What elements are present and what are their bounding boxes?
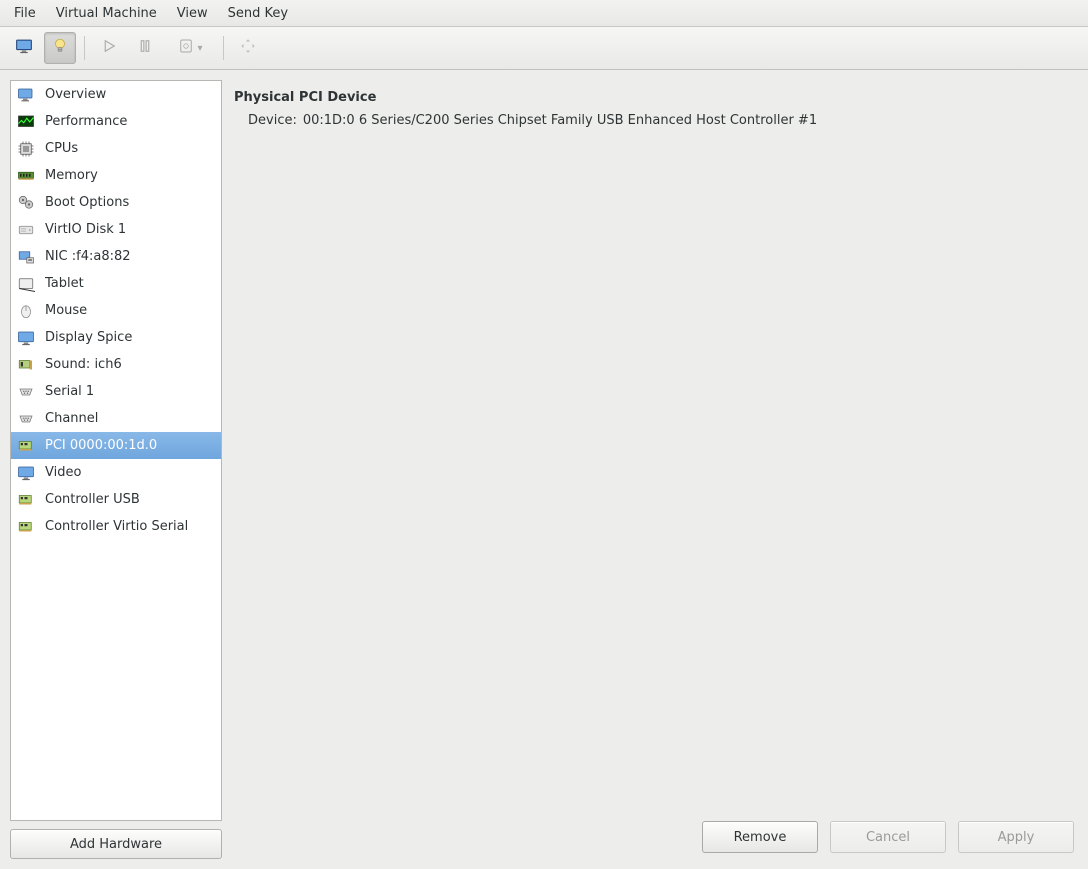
display-icon (15, 328, 37, 348)
separator (223, 36, 224, 60)
field-device: Device: 00:1D:0 6 Series/C200 Series Chi… (248, 113, 1074, 128)
sidebar-item-overview[interactable]: Overview (11, 81, 221, 108)
monitor-icon (15, 37, 33, 59)
separator (84, 36, 85, 60)
sidebar-item-label: Controller Virtio Serial (45, 519, 215, 534)
fullscreen-button[interactable] (232, 32, 264, 64)
memory-icon (15, 166, 37, 186)
sidebar-item-label: Controller USB (45, 492, 215, 507)
boot-icon (15, 193, 37, 213)
pause-button[interactable] (129, 32, 161, 64)
sidebar-item-label: Tablet (45, 276, 215, 291)
cancel-button: Cancel (830, 821, 946, 853)
sidebar-item-label: Serial 1 (45, 384, 215, 399)
sidebar-item-memory[interactable]: Memory (11, 162, 221, 189)
remove-button[interactable]: Remove (702, 821, 818, 853)
sidebar-item-label: Boot Options (45, 195, 215, 210)
sidebar-item-controller-virtio-serial[interactable]: Controller Virtio Serial (11, 513, 221, 540)
fullscreen-icon (239, 37, 257, 59)
sidebar-item-mouse[interactable]: Mouse (11, 297, 221, 324)
serial-icon (15, 409, 37, 429)
run-button[interactable] (93, 32, 125, 64)
details-content: Physical PCI Device Device: 00:1D:0 6 Se… (232, 80, 1078, 815)
vm-details-window: File Virtual Machine View Send Key (0, 0, 1088, 869)
menu-virtual-machine[interactable]: Virtual Machine (48, 3, 165, 24)
details-pane: Physical PCI Device Device: 00:1D:0 6 Se… (232, 80, 1078, 859)
sidebar-item-pci-device[interactable]: PCI 0000:00:1d.0 (11, 432, 221, 459)
nic-icon (15, 247, 37, 267)
serial-icon (15, 382, 37, 402)
sidebar-item-controller-usb[interactable]: Controller USB (11, 486, 221, 513)
pause-icon (136, 37, 154, 59)
sidebar-item-nic[interactable]: NIC :f4:a8:82 (11, 243, 221, 270)
console-view-button[interactable] (8, 32, 40, 64)
menubar: File Virtual Machine View Send Key (0, 0, 1088, 27)
sidebar-item-label: Overview (45, 87, 215, 102)
sidebar-item-label: VirtIO Disk 1 (45, 222, 215, 237)
menu-file[interactable]: File (6, 3, 44, 24)
tablet-icon (15, 274, 37, 294)
sidebar-item-label: Channel (45, 411, 215, 426)
menu-view[interactable]: View (169, 3, 216, 24)
computer-icon (15, 85, 37, 105)
sidebar-item-channel[interactable]: Channel (11, 405, 221, 432)
pcicard-icon (15, 436, 37, 456)
sidebar-item-label: PCI 0000:00:1d.0 (45, 438, 215, 453)
field-value: 00:1D:0 6 Series/C200 Series Chipset Fam… (303, 113, 817, 128)
button-label: Cancel (866, 830, 910, 845)
sidebar-item-label: Mouse (45, 303, 215, 318)
button-label: Remove (734, 830, 787, 845)
sidebar-item-cpus[interactable]: CPUs (11, 135, 221, 162)
apply-button: Apply (958, 821, 1074, 853)
perf-icon (15, 112, 37, 132)
content-area: Overview Performance CPUs Memory Boot Op… (0, 70, 1088, 869)
disk-icon (15, 220, 37, 240)
action-bar: Remove Cancel Apply (232, 815, 1078, 859)
sidebar-item-label: Sound: ich6 (45, 357, 215, 372)
add-hardware-button[interactable]: Add Hardware (10, 829, 222, 859)
sidebar-item-serial-1[interactable]: Serial 1 (11, 378, 221, 405)
hardware-list[interactable]: Overview Performance CPUs Memory Boot Op… (10, 80, 222, 821)
sidebar-item-label: Performance (45, 114, 215, 129)
sidebar-item-virtio-disk-1[interactable]: VirtIO Disk 1 (11, 216, 221, 243)
play-icon (100, 37, 118, 59)
details-view-button[interactable] (44, 32, 76, 64)
mouse-icon (15, 301, 37, 321)
menu-send-key[interactable]: Send Key (220, 3, 296, 24)
sound-icon (15, 355, 37, 375)
sidebar: Overview Performance CPUs Memory Boot Op… (10, 80, 222, 859)
sidebar-item-sound[interactable]: Sound: ich6 (11, 351, 221, 378)
pcicard-icon (15, 490, 37, 510)
sidebar-item-label: NIC :f4:a8:82 (45, 249, 215, 264)
power-icon (177, 37, 195, 59)
sidebar-item-label: CPUs (45, 141, 215, 156)
chevron-down-icon: ▾ (197, 43, 202, 54)
sidebar-item-performance[interactable]: Performance (11, 108, 221, 135)
details-heading: Physical PCI Device (234, 90, 1074, 105)
sidebar-item-label: Memory (45, 168, 215, 183)
sidebar-item-display-spice[interactable]: Display Spice (11, 324, 221, 351)
field-label: Device: (248, 113, 297, 128)
button-label: Apply (998, 830, 1035, 845)
pcicard-icon (15, 517, 37, 537)
toolbar: ▾ (0, 27, 1088, 70)
display-icon (15, 463, 37, 483)
lightbulb-icon (51, 37, 69, 59)
sidebar-item-boot-options[interactable]: Boot Options (11, 189, 221, 216)
cpu-icon (15, 139, 37, 159)
sidebar-item-tablet[interactable]: Tablet (11, 270, 221, 297)
shutdown-button[interactable]: ▾ (165, 32, 215, 64)
button-label: Add Hardware (70, 837, 162, 852)
sidebar-item-label: Video (45, 465, 215, 480)
sidebar-item-video[interactable]: Video (11, 459, 221, 486)
sidebar-item-label: Display Spice (45, 330, 215, 345)
